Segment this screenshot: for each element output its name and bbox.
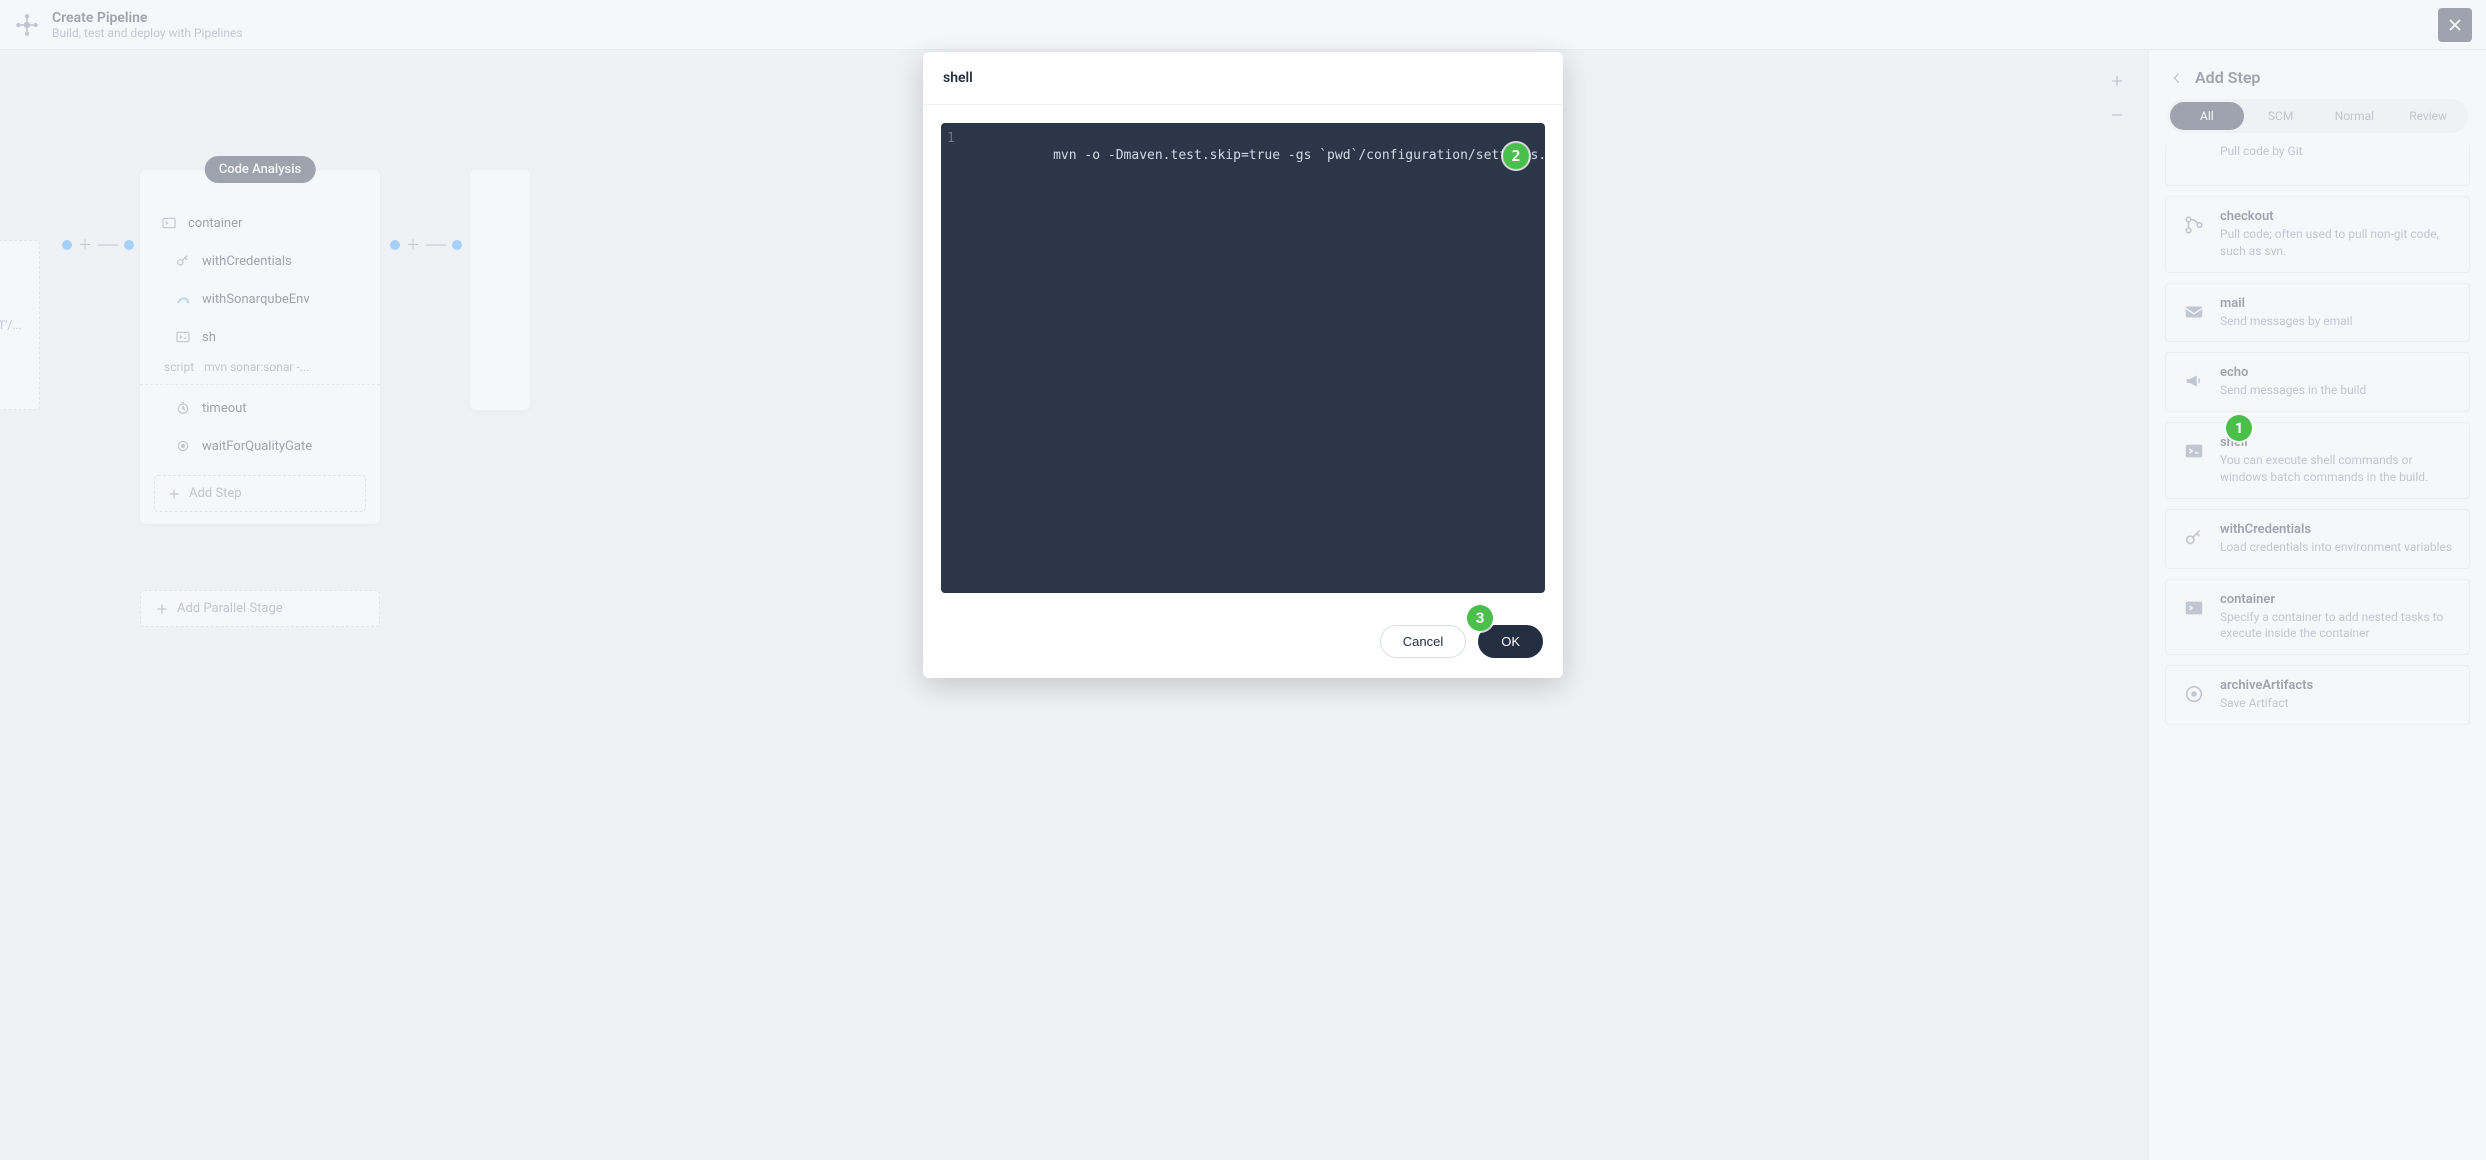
shell-code-editor[interactable]: 2 1 mvn -o -Dmaven.test.skip=true -gs `p… [941,123,1545,593]
cancel-button[interactable]: Cancel [1380,625,1466,658]
callout-badge-1: 1 [2226,415,2252,441]
shell-modal: shell 2 1 mvn -o -Dmaven.test.skip=true … [923,52,1563,678]
modal-overlay: shell 2 1 mvn -o -Dmaven.test.skip=true … [0,0,2486,1160]
code-gutter: 1 [941,123,965,593]
ok-button[interactable]: OK [1478,625,1543,658]
modal-title: shell [923,52,1563,105]
callout-badge-2: 2 [1503,143,1529,169]
callout-badge-3: 3 [1467,605,1493,631]
code-text[interactable]: mvn -o -Dmaven.test.skip=true -gs `pwd`/… [965,123,1545,593]
